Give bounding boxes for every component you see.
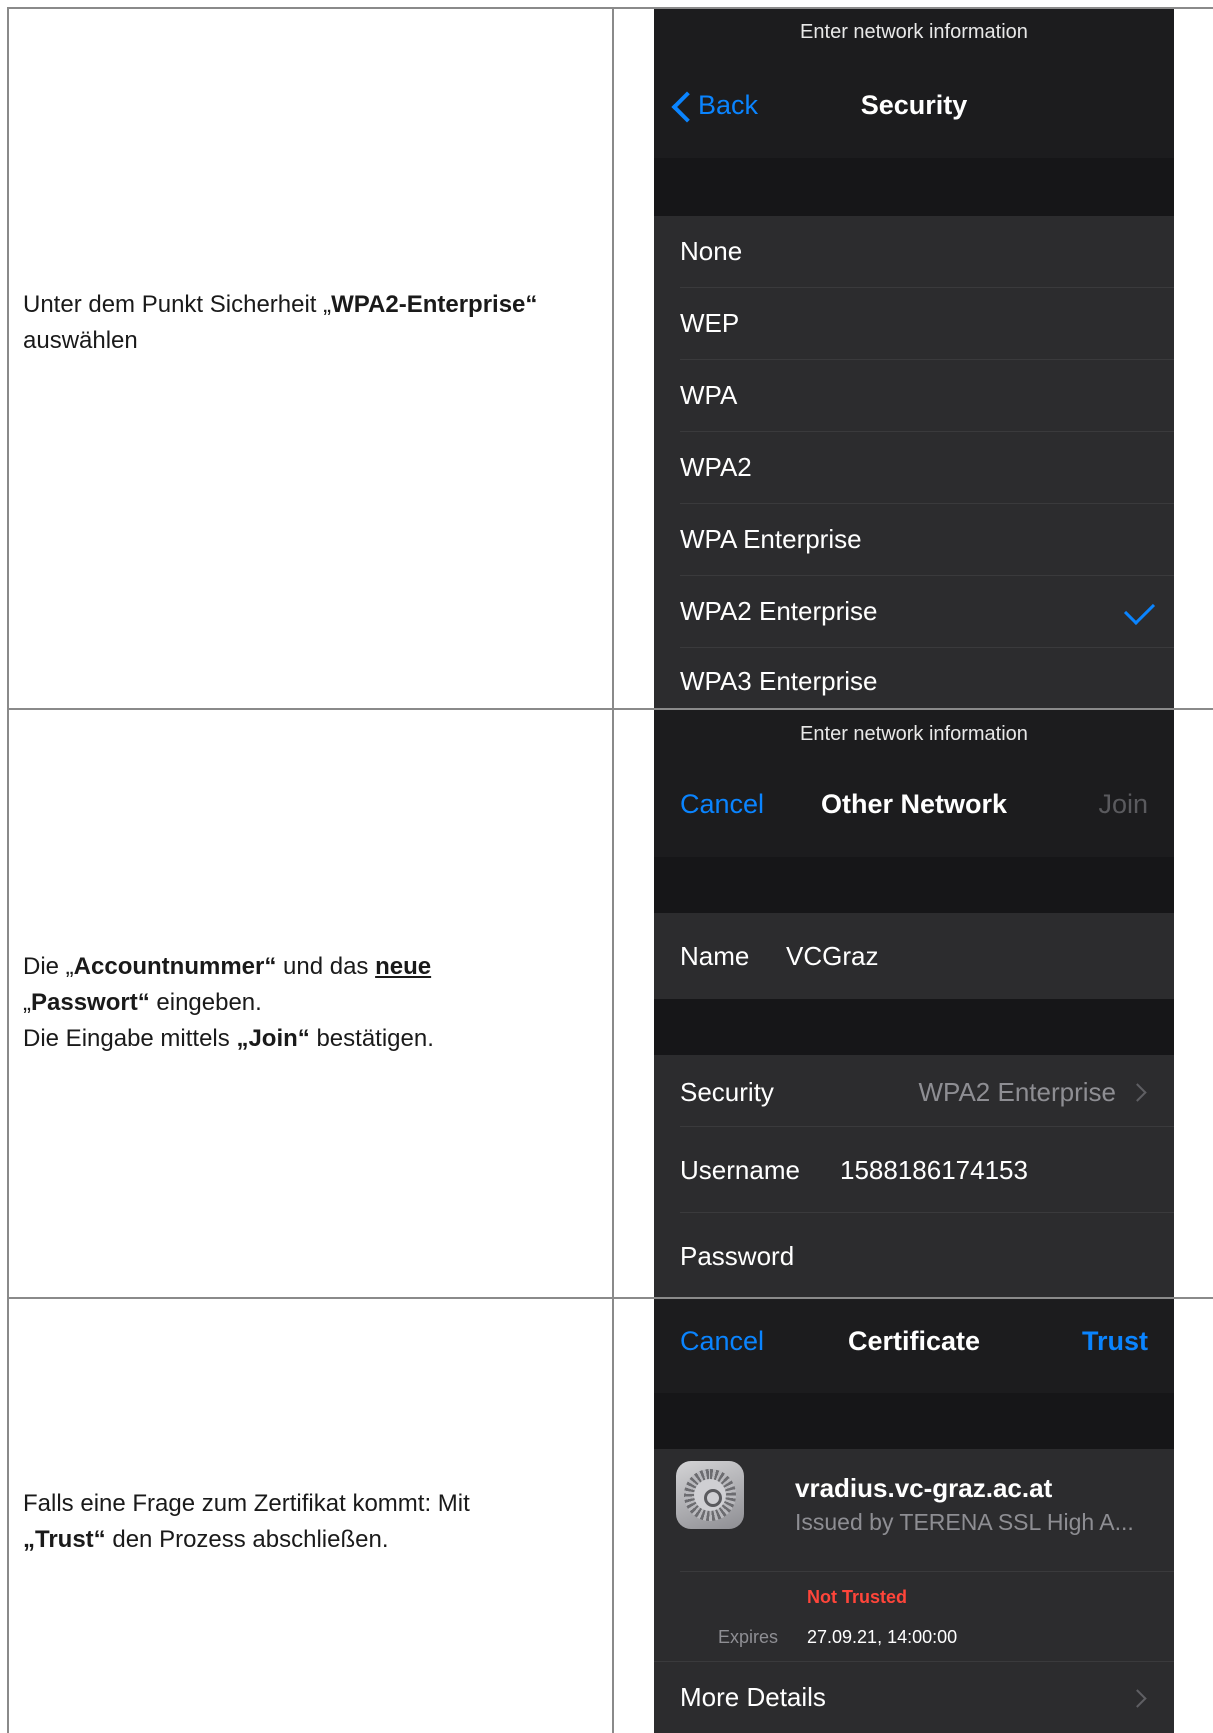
password-field[interactable]: Password [654, 1213, 1174, 1298]
certificate-summary: vradius.vc-graz.ac.at Issued by TERENA S… [654, 1449, 1174, 1572]
field-label: Password [680, 1241, 795, 1271]
more-details-label: More Details [680, 1682, 826, 1712]
certificate-screen: Cancel Certificate Trust vradius.vc-graz… [654, 1298, 1174, 1733]
security-options-list: None WEP WPA WPA2 WPA Enterprise WPA2 En… [654, 216, 1174, 709]
security-value: WPA2 Enterprise [918, 1077, 1116, 1107]
table-row-certificate: Falls eine Frage zum Zertifikat kommt: M… [7, 1298, 1213, 1733]
section-gap [654, 857, 1174, 913]
instructions-table: Unter dem Punkt Sicherheit „WPA2-Enterpr… [7, 7, 1213, 1733]
checkmark-icon [1123, 593, 1156, 626]
status-hint: Enter network information [800, 723, 1028, 745]
instruction-step-certificate: Falls eine Frage zum Zertifikat kommt: M… [23, 1486, 603, 1558]
option-wpa2-enterprise[interactable]: WPA2 Enterprise [654, 576, 1174, 648]
expires-label: Expires [718, 1627, 779, 1647]
instruction-text: Unter dem Punkt Sicherheit „ [23, 291, 332, 318]
instruction-text: Falls eine Frage zum Zertifikat kommt: M… [23, 1490, 470, 1517]
screen-title: Security [860, 90, 968, 120]
security-screen: Enter network information Back Security … [654, 7, 1174, 709]
instruction-emphasis: WPA2-Enterprise“ [331, 291, 538, 318]
table-border [7, 7, 9, 1733]
more-details-row[interactable]: More Details [654, 1662, 1174, 1733]
credentials-section: Security WPA2 Enterprise Username 158818… [654, 1055, 1174, 1298]
username-field[interactable]: Username 1588186174153 [654, 1127, 1174, 1213]
option-wpa2[interactable]: WPA2 [654, 432, 1174, 504]
instruction-text: auswählen [23, 327, 138, 354]
instruction-text: den Prozess abschließen. [105, 1526, 389, 1553]
instruction-text: „ [23, 989, 31, 1016]
status-hint: Enter network information [800, 21, 1028, 43]
name-field[interactable]: Name VCGraz [654, 913, 1174, 999]
chevron-right-icon [1128, 1083, 1147, 1102]
instruction-step-security: Unter dem Punkt Sicherheit „WPA2-Enterpr… [23, 287, 603, 359]
option-label: None [680, 236, 743, 266]
expires-value: 27.09.21, 14:00:00 [807, 1627, 958, 1647]
nav-bar: Cancel Certificate Trust [654, 1298, 1174, 1393]
screen-title: Other Network [820, 789, 1008, 819]
instruction-emphasis: „Join“ [236, 1025, 310, 1052]
table-row-credentials: Die „Accountnummer“ und das neue „Passwo… [7, 709, 1213, 1298]
instruction-text: bestätigen. [309, 1025, 434, 1052]
chevron-right-icon [1128, 1689, 1147, 1708]
table-border [7, 708, 1213, 710]
table-border [7, 7, 1213, 9]
field-label: Name [680, 941, 750, 971]
certificate-name: vradius.vc-graz.ac.at [795, 1473, 1053, 1503]
section-gap [654, 1393, 1174, 1449]
join-button[interactable]: Join [1098, 789, 1148, 820]
field-value: VCGraz [786, 941, 879, 971]
option-wep[interactable]: WEP [654, 288, 1174, 360]
trust-status: Not Trusted [807, 1587, 908, 1607]
section-gap [654, 158, 1174, 216]
option-wpa-enterprise[interactable]: WPA Enterprise [654, 504, 1174, 576]
security-row[interactable]: Security WPA2 Enterprise [654, 1055, 1174, 1127]
option-none[interactable]: None [654, 216, 1174, 288]
field-label: Security [680, 1077, 774, 1107]
instruction-underline: neue [375, 953, 432, 980]
option-wpa3-enterprise[interactable]: WPA3 Enterprise [654, 648, 1174, 709]
nav-bar: Back Security [654, 57, 1174, 158]
instruction-text: und das [276, 953, 376, 980]
option-label: WPA2 [680, 452, 752, 482]
option-label: WPA Enterprise [680, 524, 862, 554]
option-label: WEP [680, 308, 740, 338]
field-label: Username [680, 1155, 800, 1185]
nav-bar: Cancel Other Network Join [654, 757, 1174, 857]
option-label: WPA3 Enterprise [680, 666, 878, 696]
instruction-emphasis: „Trust“ [23, 1526, 106, 1553]
instruction-step-credentials: Die „Accountnummer“ und das neue „Passwo… [23, 949, 603, 1057]
section-gap [654, 999, 1174, 1055]
field-value: 1588186174153 [840, 1155, 1028, 1185]
trust-button[interactable]: Trust [1082, 1326, 1148, 1357]
instruction-emphasis: Passwort“ [31, 989, 150, 1016]
instruction-text: eingeben. [149, 989, 262, 1016]
certificate-issuer: Issued by TERENA SSL High A... [795, 1509, 1134, 1535]
other-network-screen: Enter network information Cancel Other N… [654, 709, 1174, 1298]
instruction-emphasis: Accountnummer“ [73, 953, 277, 980]
table-border [612, 7, 614, 1733]
table-border [7, 1297, 1213, 1299]
option-label: WPA2 Enterprise [680, 596, 878, 626]
certificate-details: vradius.vc-graz.ac.at Issued by TERENA S… [654, 1449, 1174, 1733]
option-wpa[interactable]: WPA [654, 360, 1174, 432]
table-row-security: Unter dem Punkt Sicherheit „WPA2-Enterpr… [7, 7, 1213, 709]
settings-gear-icon [676, 1461, 744, 1529]
instruction-text: Die „ [23, 953, 74, 980]
name-section: Name VCGraz [654, 913, 1174, 999]
instruction-text: Die Eingabe mittels [23, 1025, 237, 1052]
option-label: WPA [680, 380, 738, 410]
